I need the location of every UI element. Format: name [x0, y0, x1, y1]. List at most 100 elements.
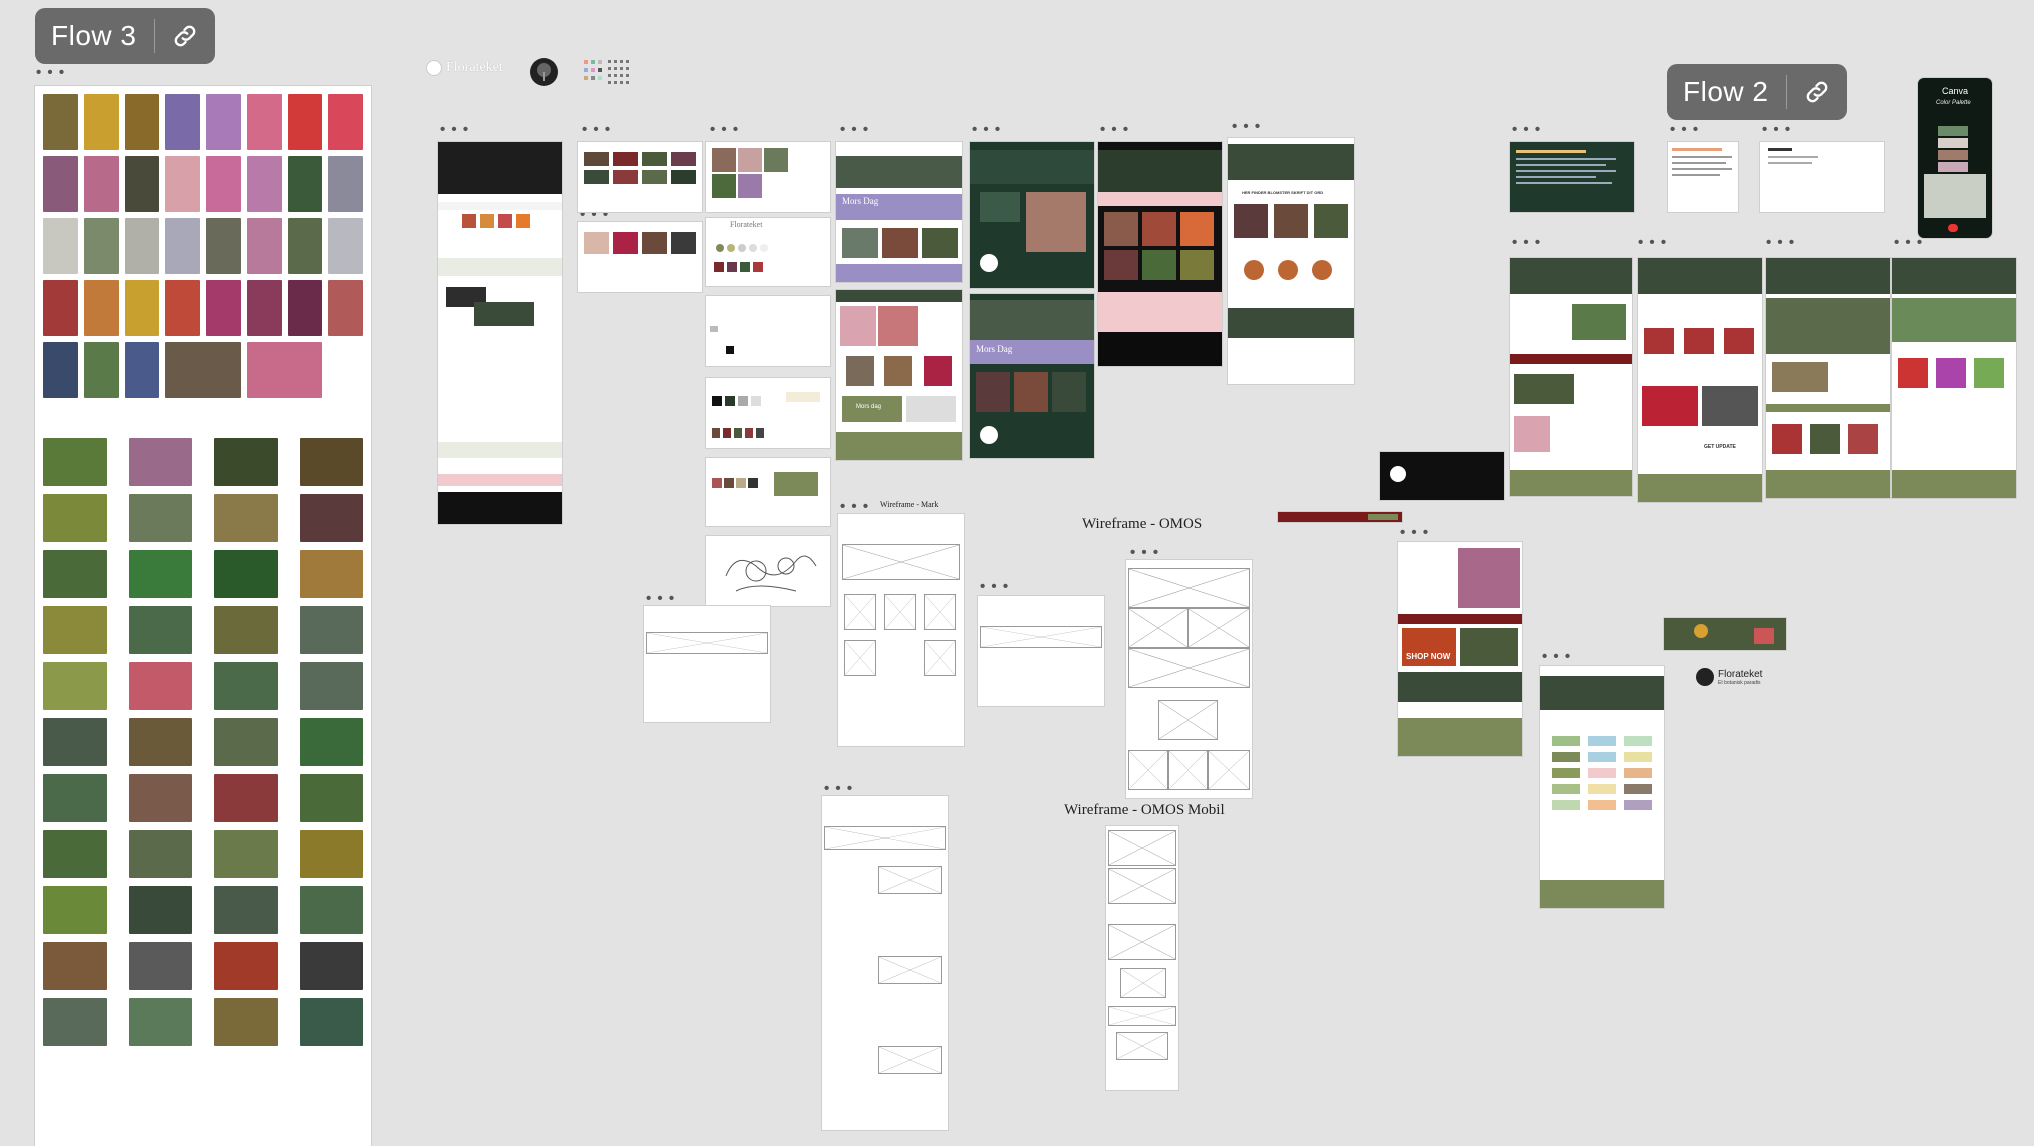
photo-thumbnail[interactable]: [128, 830, 192, 878]
more-dots-icon[interactable]: • • •: [824, 781, 853, 796]
photo-thumbnail[interactable]: [299, 662, 363, 710]
page-frame-dark-green[interactable]: [970, 142, 1094, 288]
photo-thumbnail[interactable]: [214, 662, 278, 710]
photo-thumbnail[interactable]: [214, 942, 278, 990]
page-frame-shop-now[interactable]: SHOP NOW: [1398, 542, 1522, 756]
more-dots-icon[interactable]: • • •: [36, 65, 65, 80]
photo-thumbnail[interactable]: [124, 218, 160, 274]
photo-thumbnail[interactable]: [214, 606, 278, 654]
more-dots-icon[interactable]: • • •: [1100, 122, 1129, 137]
photo-thumbnail[interactable]: [328, 280, 363, 336]
photo-thumbnail[interactable]: [128, 718, 192, 766]
photo-thumbnail[interactable]: [206, 218, 241, 274]
photo-thumbnail[interactable]: [299, 606, 363, 654]
photo-thumbnail[interactable]: [165, 342, 241, 398]
page-frame-dark-green-2[interactable]: Mors Dag: [970, 294, 1094, 458]
note-frame-interview[interactable]: [1668, 142, 1738, 212]
more-dots-icon[interactable]: • • •: [1512, 235, 1541, 250]
page-frame-black[interactable]: [1098, 142, 1222, 366]
photo-thumbnail[interactable]: [214, 774, 278, 822]
photo-thumbnail[interactable]: [128, 494, 192, 542]
photo-thumbnail[interactable]: [124, 342, 160, 398]
illustration-frame[interactable]: [706, 536, 830, 606]
wireframe-frame-omos-mobil[interactable]: [1106, 826, 1178, 1090]
photo-thumbnail[interactable]: [165, 280, 200, 336]
flower-strip[interactable]: [1664, 618, 1786, 650]
more-dots-icon[interactable]: • • •: [646, 591, 675, 606]
photo-thumbnail[interactable]: [299, 886, 363, 934]
photo-thumbnail[interactable]: [43, 886, 107, 934]
photo-thumbnail[interactable]: [83, 94, 119, 150]
more-dots-icon[interactable]: • • •: [1638, 235, 1667, 250]
photo-thumbnail[interactable]: [246, 342, 323, 398]
photo-thumbnail[interactable]: [128, 550, 192, 598]
page-frame-color-table[interactable]: [1540, 666, 1664, 908]
photo-thumbnail[interactable]: [299, 438, 363, 486]
canva-phone-frame[interactable]: Canva Color Palette: [1918, 78, 1992, 238]
photo-thumbnail[interactable]: [43, 998, 107, 1046]
more-dots-icon[interactable]: • • •: [710, 122, 739, 137]
page-frame-flow2-3[interactable]: [1766, 258, 1890, 498]
photo-thumbnail[interactable]: [299, 718, 363, 766]
photo-thumbnail[interactable]: [43, 438, 107, 486]
wireframe-frame-small[interactable]: [978, 596, 1104, 706]
photo-thumbnail[interactable]: [43, 156, 78, 212]
more-dots-icon[interactable]: • • •: [1766, 235, 1795, 250]
photo-thumbnail[interactable]: [124, 280, 160, 336]
flow-badge-flow-2[interactable]: Flow 2: [1667, 64, 1848, 120]
photo-thumbnail[interactable]: [43, 606, 107, 654]
photo-thumbnail[interactable]: [43, 494, 107, 542]
photo-thumbnail[interactable]: [287, 156, 323, 212]
styleguide-frame[interactable]: Florateket: [706, 218, 830, 286]
photo-thumbnail[interactable]: [214, 718, 278, 766]
more-dots-icon[interactable]: • • •: [582, 122, 611, 137]
photo-thumbnail[interactable]: [43, 94, 78, 150]
photo-thumbnail[interactable]: [83, 218, 119, 274]
more-dots-icon[interactable]: • • •: [1130, 545, 1159, 560]
photo-thumbnail[interactable]: [43, 718, 107, 766]
more-dots-icon[interactable]: • • •: [1542, 649, 1571, 664]
photo-thumbnail[interactable]: [246, 156, 282, 212]
more-dots-icon[interactable]: • • •: [1894, 235, 1923, 250]
more-dots-icon[interactable]: • • •: [840, 499, 869, 514]
photo-thumbnail[interactable]: [43, 774, 107, 822]
nav-strip-component[interactable]: [1278, 512, 1402, 522]
photo-thumbnail[interactable]: [43, 662, 107, 710]
photo-thumbnail[interactable]: [128, 438, 192, 486]
photo-moodboard-frame[interactable]: [35, 86, 371, 1146]
page-frame-flow2-2[interactable]: GET UPDATE: [1638, 258, 1762, 502]
link-icon[interactable]: [1787, 64, 1847, 120]
photo-thumbnail[interactable]: [206, 94, 241, 150]
photo-thumbnail[interactable]: [206, 280, 241, 336]
photo-thumbnail[interactable]: [214, 886, 278, 934]
photo-thumbnail[interactable]: [287, 280, 323, 336]
page-frame-mors-dag[interactable]: Mors Dag: [836, 142, 962, 282]
photo-thumbnail[interactable]: [43, 942, 107, 990]
photo-thumbnail[interactable]: [165, 94, 200, 150]
photo-thumbnail[interactable]: [214, 830, 278, 878]
photo-thumbnail[interactable]: [328, 94, 363, 150]
photo-thumbnail[interactable]: [246, 280, 282, 336]
photo-thumbnail[interactable]: [43, 218, 78, 274]
photo-thumbnail[interactable]: [246, 218, 282, 274]
more-dots-icon[interactable]: • • •: [1400, 525, 1429, 540]
photo-thumbnail[interactable]: [83, 156, 119, 212]
photo-thumbnail[interactable]: [206, 156, 241, 212]
more-dots-icon[interactable]: • • •: [440, 122, 469, 137]
image-row-frame[interactable]: [578, 142, 702, 212]
photo-thumbnail[interactable]: [299, 998, 363, 1046]
more-dots-icon[interactable]: • • •: [972, 122, 1001, 137]
photo-thumbnail[interactable]: [299, 494, 363, 542]
more-dots-icon[interactable]: • • •: [840, 122, 869, 137]
photo-thumbnail[interactable]: [165, 218, 200, 274]
wireframe-frame-mark[interactable]: [838, 514, 964, 746]
photo-thumbnail[interactable]: [214, 494, 278, 542]
flow-badge-flow-3[interactable]: Flow 3: [35, 8, 216, 64]
photo-thumbnail[interactable]: [287, 218, 323, 274]
photo-thumbnail[interactable]: [128, 942, 192, 990]
more-dots-icon[interactable]: • • •: [1670, 122, 1699, 137]
page-frame-flow2-4[interactable]: [1892, 258, 2016, 498]
photo-thumbnail[interactable]: [124, 156, 160, 212]
photo-thumbnail[interactable]: [128, 886, 192, 934]
page-frame-flow2-1[interactable]: [1510, 258, 1632, 496]
